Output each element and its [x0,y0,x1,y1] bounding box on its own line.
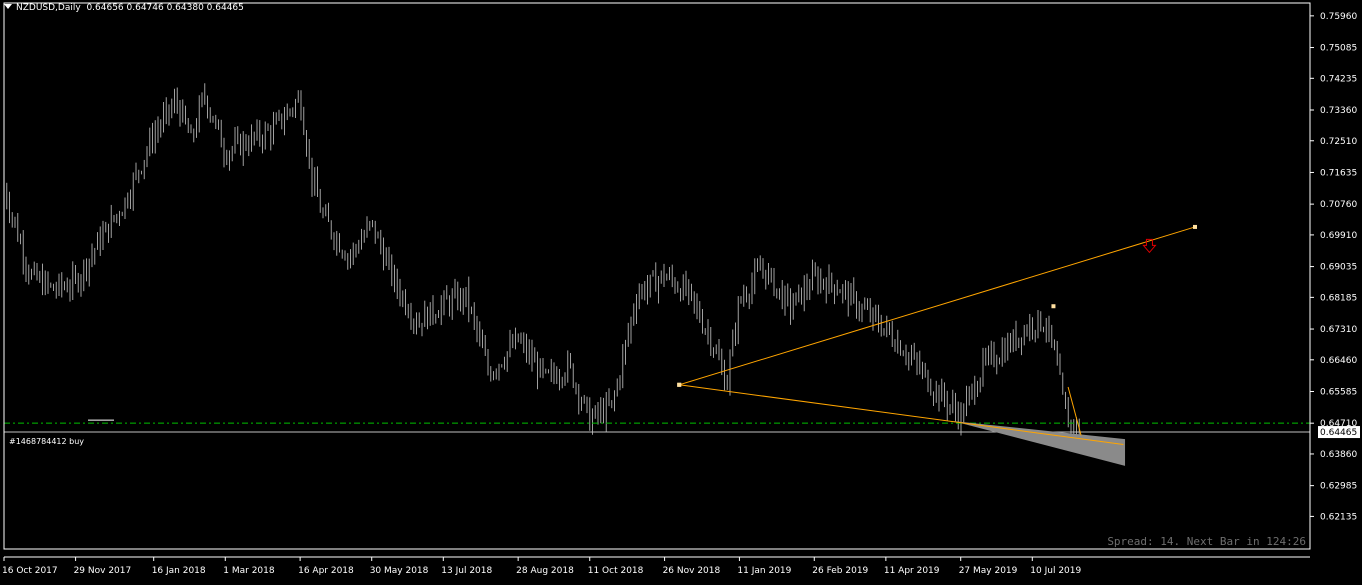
y-tick-label: 0.70760 [1320,200,1357,210]
y-tick-label: 0.62985 [1320,482,1357,492]
y-tick-label: 0.72510 [1320,137,1357,147]
ohlc-values: 0.64656 0.64746 0.64380 0.64465 [86,3,244,13]
trendline-anchor[interactable] [677,382,682,387]
symbol-header: NZDUSD,Daily 0.64656 0.64746 0.64380 0.6… [4,3,244,13]
x-tick-label: 11 Apr 2019 [884,566,940,576]
trendline-anchor[interactable] [1051,304,1056,309]
x-tick-label: 26 Feb 2019 [812,566,868,576]
y-tick-label: 0.75960 [1320,12,1357,22]
x-tick-label: 26 Nov 2018 [663,566,721,576]
price-chart[interactable]: 0.75960 0.75085 0.74235 0.73360 0.72510 0.716… [0,0,1362,581]
y-tick-label: 0.74235 [1320,74,1357,84]
y-tick-label: 0.71635 [1320,168,1357,178]
y-tick-label: 0.66460 [1320,356,1357,366]
y-tick-label: 0.69035 [1320,263,1357,273]
x-tick-label: 28 Aug 2018 [516,566,574,576]
order-ticket-text: #1468784412 buy [9,437,85,446]
y-tick-label: 0.63860 [1320,450,1357,460]
order-label[interactable]: #1468784412 buy [9,437,84,446]
trendline-anchor[interactable] [1193,224,1197,229]
y-tick-label: 0.75085 [1320,44,1357,54]
dropdown-triangle-icon[interactable] [4,4,12,9]
x-tick-label: 27 May 2019 [959,566,1018,576]
y-tick-label: 0.69910 [1320,231,1357,241]
spread-text: Spread: 14. Next Bar in 124:26 [1107,535,1306,548]
x-tick-label: 30 May 2018 [370,566,429,576]
x-tick-label: 11 Jan 2019 [737,566,791,576]
x-tick-label: 16 Jan 2018 [152,566,206,576]
current-price-label: 0.64465 [1320,428,1357,438]
x-tick-label: 29 Nov 2017 [74,566,132,576]
chart-area[interactable]: 0.75960 0.75085 0.74235 0.73360 0.72510 0.716… [0,0,1362,581]
x-tick-label: 10 Jul 2019 [1030,566,1081,576]
y-tick-label: 0.62135 [1320,512,1357,522]
spread-status: Spread: 14. Next Bar in 124:26 [1107,535,1306,548]
x-tick-label: 13 Jul 2018 [441,566,492,576]
y-tick-label: 0.67310 [1320,325,1357,335]
x-tick-label: 1 Mar 2018 [223,566,275,576]
y-tick-label: 0.73360 [1320,106,1357,116]
symbol-label: NZDUSD,Daily [16,3,81,13]
x-tick-label: 16 Apr 2018 [298,566,354,576]
x-tick-label: 11 Oct 2018 [588,566,644,576]
y-tick-label: 0.65585 [1320,388,1357,398]
y-tick-label: 0.68185 [1320,293,1357,303]
x-tick-label: 16 Oct 2017 [2,566,58,576]
